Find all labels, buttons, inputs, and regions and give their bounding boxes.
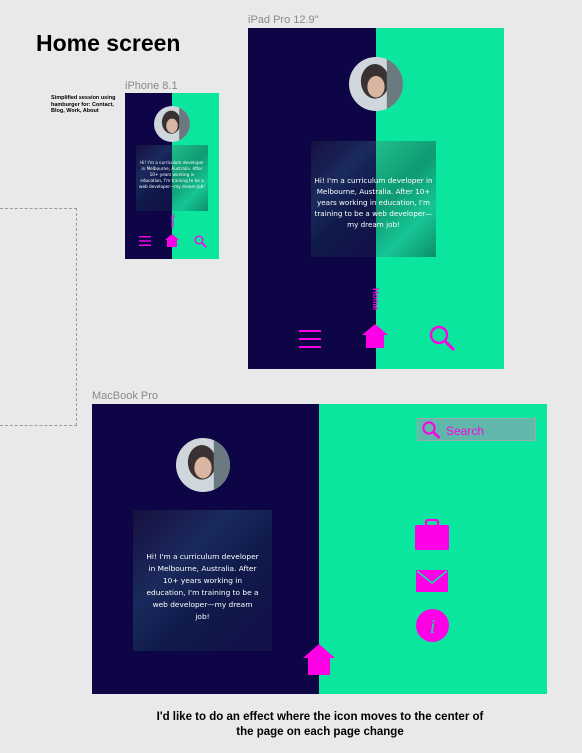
search-icon: [422, 421, 441, 439]
search-placeholder: Search: [446, 424, 485, 438]
macbook-frame: Hi! I'm a curriculum developer in Melbou…: [92, 404, 547, 694]
home-icon[interactable]: [303, 644, 335, 675]
page-title: Home screen: [36, 30, 181, 56]
macbook-frame-label: MacBook Pro: [92, 390, 159, 402]
macbook-bio-text: Hi! I'm a curriculum developer in Melbou…: [146, 552, 259, 621]
iphone-bio-text: Hi! I'm a curriculum developer in Melbou…: [139, 160, 205, 189]
ipad-home-label: Home: [371, 288, 380, 311]
design-note: Simplified session using hamburger for: …: [51, 95, 116, 114]
caption: I'd like to do an effect where the icon …: [156, 711, 484, 738]
search-icon[interactable]: [194, 235, 207, 248]
iphone-frame-label: iPhone 8.1: [125, 80, 178, 92]
macbook-avatar: [176, 438, 230, 492]
connector-top: [0, 208, 77, 209]
briefcase-icon[interactable]: [415, 519, 449, 550]
info-icon[interactable]: i: [416, 609, 449, 642]
connector-vertical: [76, 208, 77, 426]
ipad-avatar: [349, 57, 403, 111]
ipad-bio-text: Hi! I'm a curriculum developer in Melbou…: [314, 176, 433, 229]
hamburger-icon[interactable]: [299, 330, 321, 348]
ipad-frame: Hi! I'm a curriculum developer in Melbou…: [248, 28, 504, 369]
iphone-home-label: Home: [169, 214, 175, 228]
iphone-frame: Hi! I'm a curriculum developer in Melbou…: [125, 93, 219, 259]
home-icon[interactable]: [165, 234, 179, 247]
mail-icon[interactable]: [416, 570, 448, 592]
connector-bottom: [0, 425, 77, 426]
home-icon[interactable]: [362, 324, 388, 348]
svg-text:i: i: [430, 616, 436, 638]
iphone-avatar: [154, 106, 190, 142]
search-icon[interactable]: [428, 325, 456, 351]
ipad-frame-label: iPad Pro 12.9": [248, 14, 319, 26]
hamburger-icon[interactable]: [139, 236, 151, 246]
